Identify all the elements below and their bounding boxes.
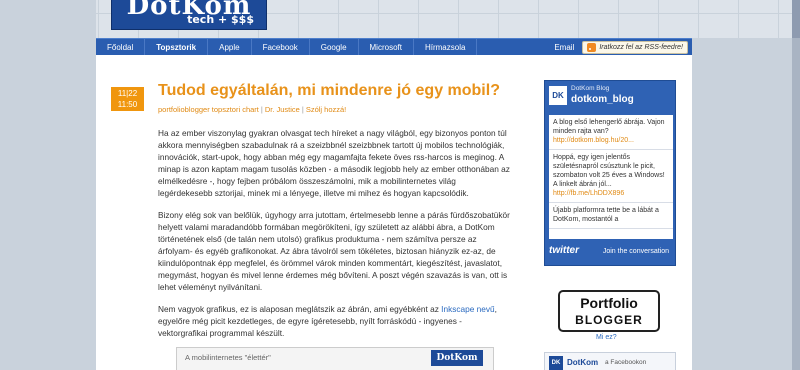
- tweet-text: A blog első lehengerlő ábrája. Vajon min…: [553, 119, 665, 135]
- post-meta: portfolioblogger topsztori chart | Dr. Jus…: [158, 105, 346, 114]
- dotkom-avatar[interactable]: DK: [549, 86, 567, 105]
- scrollbar[interactable]: [792, 38, 800, 370]
- post-tags-link[interactable]: portfolioblogger topsztori chart: [158, 105, 259, 114]
- post-date-badge: 11|22 11:50: [111, 87, 144, 111]
- facebook-brand: DotKom: [567, 358, 599, 367]
- rss-subscribe-button[interactable]: Iratkozz fel az RSS-feedre!: [582, 40, 688, 54]
- post-date-day: 11|22: [117, 89, 138, 98]
- post-author-link[interactable]: Dr. Justice: [265, 105, 300, 114]
- post-date-time: 11:50: [117, 100, 138, 109]
- post-body: Ha az ember viszonylag gyakran olvasgat …: [158, 127, 510, 349]
- post-comment-link[interactable]: Szólj hozzá!: [306, 105, 346, 114]
- facebook-label: a Facebookon: [605, 359, 647, 366]
- nav-item-fooldal[interactable]: Főoldal: [96, 38, 146, 56]
- tweet-item: Hoppá, egy igen jelentős születésnapról …: [549, 150, 673, 203]
- nav-item-google[interactable]: Google: [310, 38, 359, 56]
- twitter-widget-footer: twitter Join the conversation: [549, 244, 671, 262]
- post-figure[interactable]: A mobilinternetes "élettér" DotKom: [176, 347, 494, 370]
- post-title[interactable]: Tudod egyáltalán, mi mindenre jó egy mob…: [158, 82, 500, 100]
- nav-item-apple[interactable]: Apple: [208, 38, 252, 56]
- nav-item-facebook[interactable]: Facebook: [252, 38, 310, 56]
- nav-email-link[interactable]: Email: [546, 39, 582, 56]
- inkscape-link[interactable]: Inkscape nevű: [441, 304, 495, 314]
- dotkom-fb-avatar: DK: [549, 356, 563, 370]
- paragraph-3-pre: Nem vagyok grafikus, ez is alaposan megl…: [158, 304, 442, 314]
- site-logo[interactable]: DotKom tech + $$$: [111, 0, 267, 30]
- join-conversation-link[interactable]: Join the conversation: [603, 248, 669, 255]
- tweet-item: Újabb platformra tette be a lábát a DotK…: [549, 203, 673, 229]
- tweet-link[interactable]: http://fb.me/LhDDX896: [553, 190, 624, 197]
- facebook-box[interactable]: DK DotKom a Facebookon: [544, 352, 676, 370]
- nav-item-microsoft[interactable]: Microsoft: [359, 38, 414, 56]
- tweet-link[interactable]: http://dotkom.blog.hu/20...: [553, 137, 634, 144]
- what-is-this-link[interactable]: Mi ez?: [596, 334, 617, 341]
- twitter-blog-label: DotKom Blog: [571, 85, 610, 92]
- nav-item-hirmazsola[interactable]: Hírmazsola: [414, 38, 478, 56]
- post-paragraph-1: Ha az ember viszonylag gyakran olvasgat …: [158, 128, 510, 198]
- site-header: DotKom tech + $$$: [0, 0, 800, 38]
- nav-item-topsztorik[interactable]: Topsztorik: [145, 38, 209, 56]
- twitter-logo[interactable]: twitter: [549, 245, 579, 256]
- figure-logo: DotKom: [431, 350, 483, 366]
- page-left-margin: [0, 0, 96, 370]
- twitter-widget-header: DK DotKom Blog dotkom_blog: [549, 85, 671, 110]
- figure-caption: A mobilinternetes "élettér": [185, 353, 271, 362]
- portfolio-blogger-badge[interactable]: Portfolio BLOGGER: [558, 290, 660, 332]
- post-paragraph-3: Nem vagyok grafikus, ez is alaposan megl…: [158, 303, 510, 339]
- header-right-edge: [792, 0, 800, 38]
- twitter-account-name[interactable]: dotkom_blog: [571, 94, 634, 105]
- rss-icon: [587, 42, 597, 52]
- page-right-margin: [692, 55, 800, 370]
- tweet-text: Hoppá, egy igen jelentős születésnapról …: [553, 154, 665, 188]
- rss-label: Iratkozz fel az RSS-feedre!: [599, 43, 683, 51]
- post-paragraph-2: Bizony elég sok van belőlük, úgyhogy arr…: [158, 210, 510, 292]
- tweet-text: Újabb platformra tette be a lábát a DotK…: [553, 207, 659, 223]
- portfolio-badge-line2: BLOGGER: [575, 313, 643, 327]
- tweet-list[interactable]: A blog első lehengerlő ábrája. Vajon min…: [549, 115, 673, 239]
- logo-tagline: tech + $$$: [187, 13, 254, 26]
- portfolio-badge-line1: Portfolio: [580, 295, 638, 311]
- twitter-widget: DK DotKom Blog dotkom_blog A blog első l…: [544, 80, 676, 266]
- main-nav: Főoldal Topsztorik Apple Facebook Google…: [96, 38, 692, 56]
- tweet-item: A blog első lehengerlő ábrája. Vajon min…: [549, 115, 673, 150]
